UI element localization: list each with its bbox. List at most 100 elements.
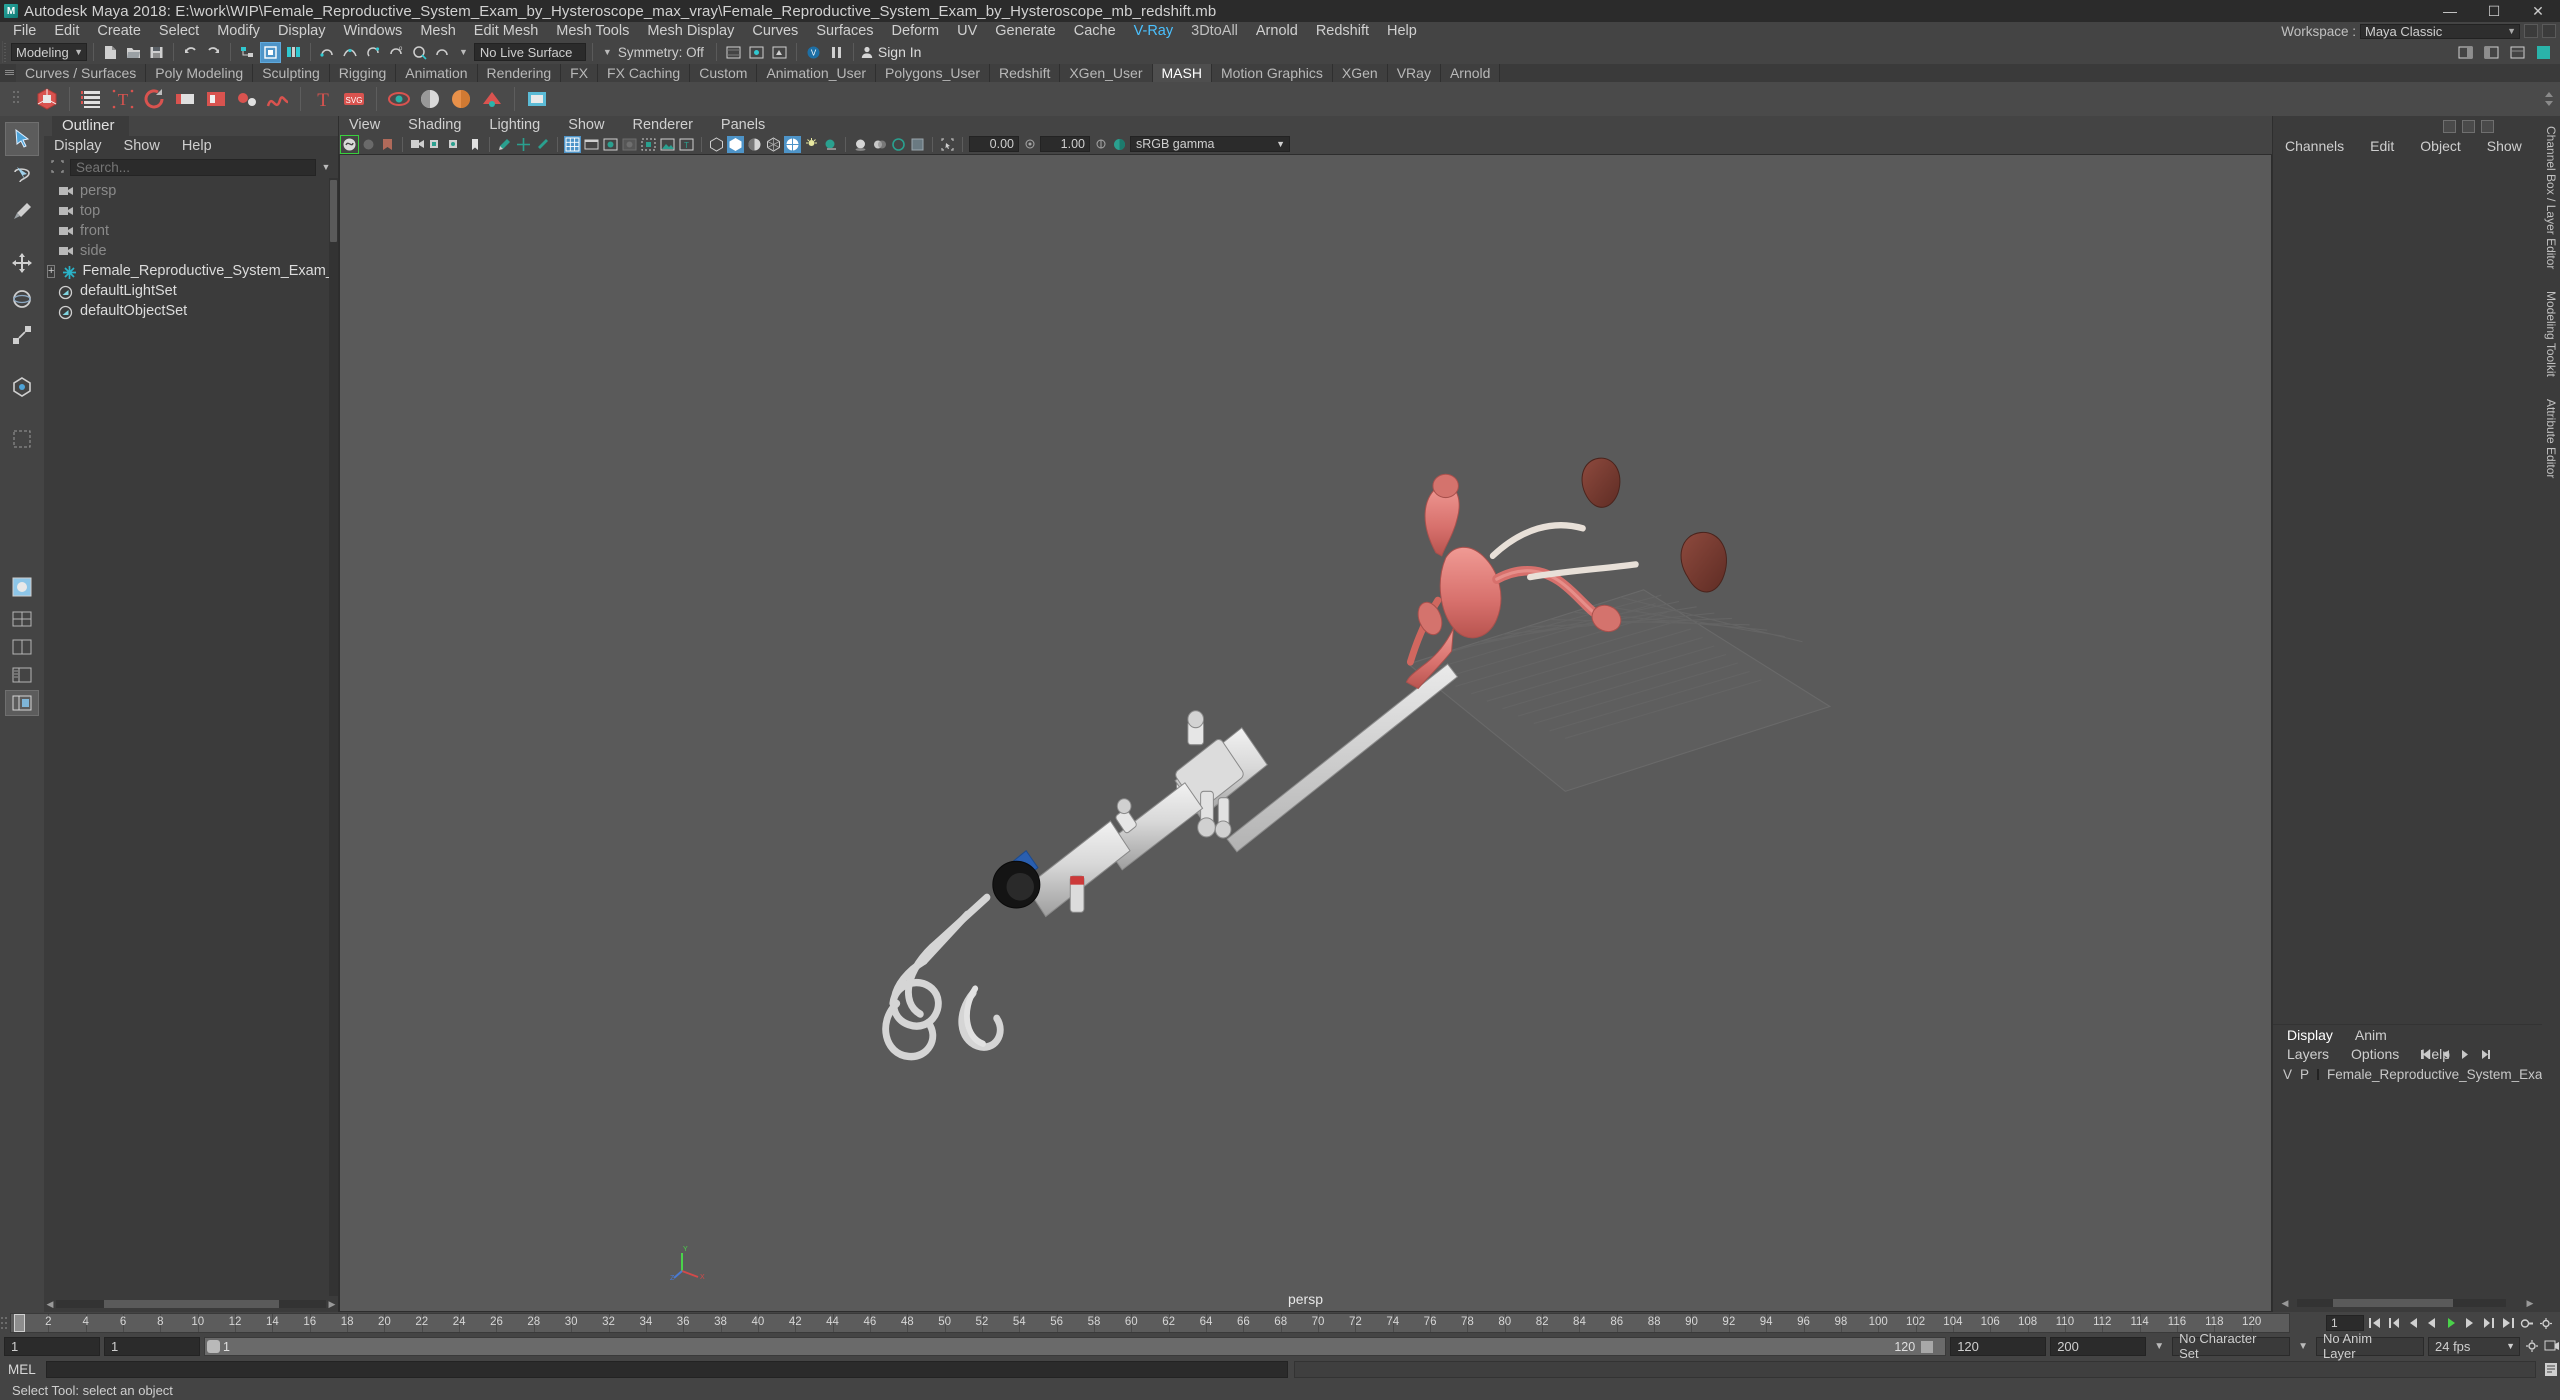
shelf-tab-xgen[interactable]: XGen bbox=[1332, 64, 1388, 82]
color-space-combo[interactable]: sRGB gamma ▼ bbox=[1130, 136, 1290, 152]
menu-cache[interactable]: Cache bbox=[1065, 22, 1125, 40]
menu-curves[interactable]: Curves bbox=[743, 22, 807, 40]
render-current-frame-icon[interactable] bbox=[723, 42, 744, 63]
mash-color-icon[interactable] bbox=[202, 85, 230, 113]
sidebar-channelbox-toggle-icon[interactable] bbox=[2455, 42, 2476, 63]
chevron-down-icon[interactable]: ▼ bbox=[603, 47, 612, 57]
smooth-shade-all-icon[interactable] bbox=[727, 135, 744, 153]
menu-modify[interactable]: Modify bbox=[208, 22, 269, 40]
scale-tool[interactable] bbox=[5, 318, 39, 352]
grid-toggle-icon[interactable] bbox=[564, 135, 581, 153]
layer-playback-toggle[interactable]: P bbox=[2300, 1067, 2309, 1082]
ao-icon[interactable] bbox=[852, 136, 869, 153]
outliner-horizontal-scrollbar[interactable]: ◀ ▶ bbox=[44, 1296, 338, 1312]
gamma-slider-icon[interactable] bbox=[1092, 136, 1109, 153]
save-scene-icon[interactable] bbox=[146, 42, 167, 63]
ipr-render-icon[interactable] bbox=[746, 42, 767, 63]
outliner-tab[interactable]: Outliner bbox=[44, 115, 338, 136]
range-start-field[interactable]: 1 bbox=[4, 1336, 100, 1356]
viewport-menu-show[interactable]: Show bbox=[568, 117, 604, 133]
mash-waiter-icon[interactable] bbox=[523, 85, 551, 113]
step-forward-frame-icon[interactable] bbox=[2462, 1315, 2478, 1331]
move-manipulator-icon[interactable] bbox=[515, 136, 532, 153]
menu-windows[interactable]: Windows bbox=[334, 22, 411, 40]
mash-trails-icon[interactable] bbox=[171, 85, 199, 113]
shelf-tab-motion-graphics[interactable]: Motion Graphics bbox=[1211, 64, 1333, 82]
status-line-grip[interactable] bbox=[2, 41, 9, 63]
viewport-menu-lighting[interactable]: Lighting bbox=[489, 117, 540, 133]
outliner-item-side[interactable]: side bbox=[44, 241, 338, 261]
character-set-combo[interactable]: No Character Set bbox=[2172, 1331, 2291, 1361]
playback-start-field[interactable]: 1 bbox=[104, 1336, 200, 1356]
shelf-right-scroll[interactable] bbox=[2542, 82, 2556, 116]
shelf-tab-rigging[interactable]: Rigging bbox=[329, 64, 397, 82]
chevron-down-icon[interactable]: ▼ bbox=[459, 47, 468, 57]
go-to-start-icon[interactable] bbox=[2367, 1315, 2383, 1331]
snap-point-icon[interactable] bbox=[363, 42, 384, 63]
mash-orange-icon[interactable] bbox=[447, 85, 475, 113]
open-scene-icon[interactable] bbox=[123, 42, 144, 63]
app-home-icon[interactable] bbox=[2533, 42, 2554, 63]
text-display-icon[interactable]: T bbox=[678, 136, 695, 153]
animation-preferences-icon[interactable] bbox=[2538, 1315, 2554, 1331]
go-to-end-icon[interactable] bbox=[2500, 1315, 2516, 1331]
step-back-frame-icon[interactable] bbox=[2405, 1315, 2421, 1331]
menu-create[interactable]: Create bbox=[88, 22, 150, 40]
outliner-vertical-scrollbar[interactable] bbox=[329, 178, 338, 1296]
paint-select-tool[interactable] bbox=[5, 194, 39, 228]
select-object-icon[interactable] bbox=[260, 41, 281, 63]
chevron-down-icon[interactable]: ▼ bbox=[2150, 1341, 2168, 1352]
vtab-modeling-toolkit[interactable]: Modeling Toolkit bbox=[2544, 291, 2558, 377]
layer-horizontal-scroll[interactable]: ◀ ▶ bbox=[2273, 1294, 2542, 1312]
vtab-channel-box-layer-editor[interactable]: Channel Box / Layer Editor bbox=[2544, 126, 2558, 269]
shelf-tab-grip[interactable] bbox=[2, 64, 16, 82]
outliner-item-front[interactable]: front bbox=[44, 221, 338, 241]
select-tool[interactable] bbox=[5, 122, 39, 156]
menu-arnold[interactable]: Arnold bbox=[1247, 22, 1307, 40]
snap-view-plane-icon[interactable] bbox=[409, 42, 430, 63]
render-settings-icon[interactable] bbox=[769, 42, 790, 63]
mash-dynamics-icon[interactable] bbox=[233, 85, 261, 113]
shelf-tab-animation[interactable]: Animation bbox=[396, 64, 478, 82]
viewport-menu-shading[interactable]: Shading bbox=[408, 117, 461, 133]
menu-redshift[interactable]: Redshift bbox=[1307, 22, 1378, 40]
tab-anim-layers[interactable]: Anim bbox=[2355, 1027, 2387, 1043]
exposure-slider-icon[interactable] bbox=[1021, 136, 1038, 153]
snap-selection-tool[interactable] bbox=[5, 422, 39, 456]
select-camera-icon[interactable] bbox=[340, 134, 359, 154]
hardware-texturing-icon[interactable] bbox=[765, 136, 782, 153]
brush-icon[interactable] bbox=[534, 136, 551, 153]
undo-icon[interactable] bbox=[180, 42, 201, 63]
minimize-button[interactable]: — bbox=[2428, 0, 2472, 22]
symmetry-label[interactable]: Symmetry: Off bbox=[618, 45, 704, 60]
range-slider-right-handle[interactable] bbox=[1921, 1340, 1934, 1353]
sidebar-attribute-toggle-icon[interactable] bbox=[2507, 42, 2528, 63]
mash-menu-icon[interactable] bbox=[78, 85, 106, 113]
channelbox-menu-channels[interactable]: Channels bbox=[2285, 138, 2344, 154]
persp-view-layout-icon[interactable] bbox=[5, 570, 39, 604]
new-scene-icon[interactable] bbox=[100, 42, 121, 63]
sidebar-toolsettings-toggle-icon[interactable] bbox=[2481, 42, 2502, 63]
color-management-icon[interactable] bbox=[1111, 136, 1128, 153]
outliner-search-input[interactable] bbox=[70, 158, 316, 176]
menu-generate[interactable]: Generate bbox=[986, 22, 1064, 40]
scroll-left-icon[interactable]: ◀ bbox=[44, 1299, 56, 1310]
mash-network-icon[interactable] bbox=[33, 85, 61, 113]
shelf-tab-sculpting[interactable]: Sculpting bbox=[253, 64, 330, 82]
outliner-persp-layout-icon[interactable] bbox=[5, 662, 39, 688]
screenspace-ao-icon[interactable] bbox=[909, 136, 926, 153]
menu-mesh[interactable]: Mesh bbox=[411, 22, 464, 40]
channelbox-menu-object[interactable]: Object bbox=[2420, 138, 2460, 154]
command-output-field[interactable] bbox=[1294, 1360, 2536, 1378]
menu-select[interactable]: Select bbox=[150, 22, 208, 40]
rotate-tool[interactable] bbox=[5, 282, 39, 316]
playback-speed-combo[interactable]: 24 fps ▼ bbox=[2428, 1336, 2520, 1356]
channel-box-icon[interactable] bbox=[2443, 119, 2456, 133]
scroll-right-icon[interactable]: ▶ bbox=[2524, 1298, 2536, 1309]
current-key-field[interactable]: 1 bbox=[2326, 1315, 2364, 1331]
two-sided-lighting-icon[interactable] bbox=[428, 136, 445, 153]
maximize-button[interactable]: ☐ bbox=[2472, 0, 2516, 22]
viewport-menu-renderer[interactable]: Renderer bbox=[632, 117, 692, 133]
shadows-icon[interactable] bbox=[822, 136, 839, 153]
chevron-down-icon[interactable]: ▼ bbox=[320, 162, 332, 172]
